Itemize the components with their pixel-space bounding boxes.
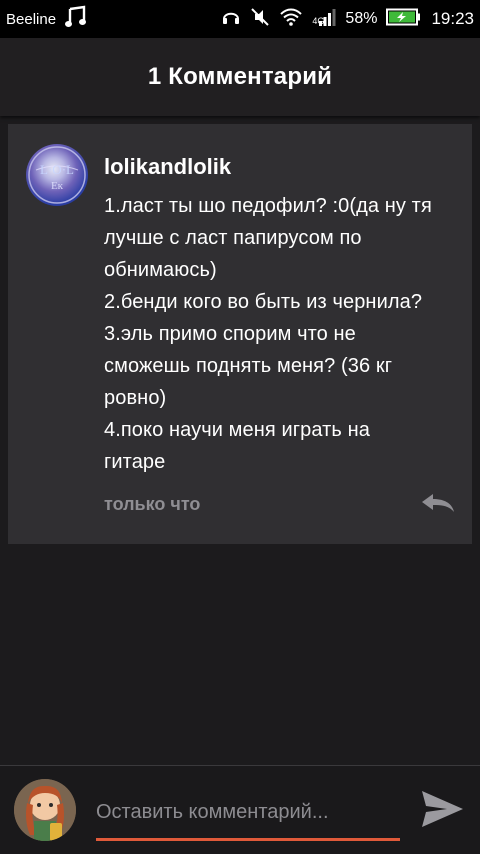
wifi-icon [279,7,303,32]
headset-icon [221,7,241,32]
carrier-name: Beeline [6,10,57,28]
comment-line: ровно) [104,387,167,409]
status-left: Beeline [6,5,88,34]
page-title: 1 Комментарий [147,63,333,90]
clock: 19:23 [431,9,474,28]
battery-charging-icon [386,8,422,31]
comment-body: 1.ласт ты шо педофил? :0(да ну тя лучше … [104,190,464,478]
my-avatar[interactable] [14,779,76,841]
header: 1 Комментарий [0,38,480,116]
comment-line: гитаре [104,451,166,473]
svg-text:L·O·L: L·O·L [40,162,74,177]
send-icon [419,791,465,835]
comment-line: сможешь поднять меня? (36 кг [104,355,393,377]
music-note-icon [64,5,88,34]
status-bar: Beeline 4G 58% 19:23 [0,0,480,38]
comment-card: L·O·L Ек lolikandlolik 1.ласт ты шо педо… [8,124,472,544]
comment-line: лучше с ласт папирусом по [104,227,362,249]
reply-icon [420,494,456,520]
comment-line: 3.эль примо спорим что не [104,323,356,345]
send-button[interactable] [419,787,465,831]
comment-line: обнимаюсь) [104,259,217,281]
svg-text:Ек: Ек [51,180,64,192]
signal-indicator: 4G [312,7,336,32]
comment-line: 4.поко научи меня играть на [104,419,370,441]
comment-timestamp: только что [104,494,201,514]
input-underline [96,838,400,841]
user-avatar[interactable]: L·O·L Ек [26,144,88,206]
reply-button[interactable] [420,492,456,516]
network-type: 4G [312,15,325,26]
comment-line: 1.ласт ты шо педофил? :0(да ну тя [104,195,432,217]
comment-input[interactable] [96,794,400,830]
battery-percent: 58% [345,10,378,27]
comment-composer [0,765,480,854]
mute-icon [250,7,270,32]
status-right: 4G 58% 19:23 [221,7,474,32]
comment-line: 2.бенди кого во быть из чернила? [104,291,423,313]
comment-username[interactable]: lolikandlolik [104,154,231,180]
